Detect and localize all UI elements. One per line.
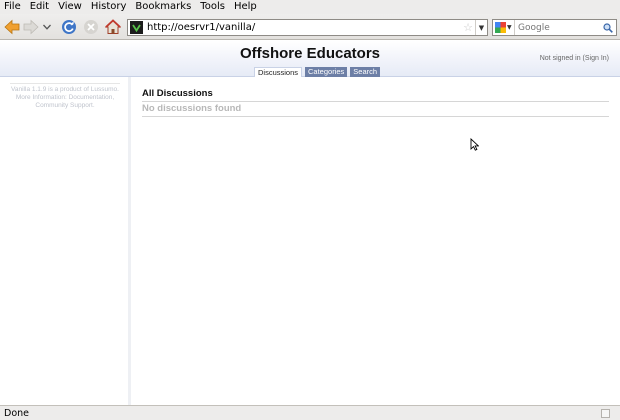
sidebar-info-panel: Vanilla 1.1.9 is a product of Lussumo. M… xyxy=(10,83,120,110)
magnifier-icon xyxy=(603,22,613,33)
empty-state-message: No discussions found xyxy=(142,103,242,114)
page-viewport: Offshore Educators Discussions Categorie… xyxy=(0,41,620,405)
chevron-down-icon: ▼ xyxy=(478,23,485,32)
search-engine-selector[interactable]: ▼ xyxy=(493,20,515,35)
home-button[interactable] xyxy=(104,18,122,36)
stop-button[interactable] xyxy=(82,18,100,36)
history-dropdown-button[interactable] xyxy=(41,18,53,36)
mouse-cursor-icon xyxy=(470,138,479,151)
site-header: Offshore Educators Discussions Categorie… xyxy=(0,41,620,77)
home-icon xyxy=(105,19,121,34)
menu-view[interactable]: View xyxy=(58,0,82,14)
menu-edit[interactable]: Edit xyxy=(30,0,49,14)
stop-icon xyxy=(84,20,98,34)
menu-bar: File Edit View History Bookmarks Tools H… xyxy=(0,0,620,14)
status-bar: Done xyxy=(0,405,620,420)
page-title: All Discussions xyxy=(142,88,213,99)
site-title: Offshore Educators xyxy=(239,45,381,62)
sidebar: Vanilla 1.1.9 is a product of Lussumo. M… xyxy=(0,77,131,405)
menu-help[interactable]: Help xyxy=(234,0,257,14)
url-dropdown-button[interactable]: ▼ xyxy=(475,20,487,35)
chevron-down-icon: ▼ xyxy=(507,24,512,31)
menu-bookmarks[interactable]: Bookmarks xyxy=(135,0,191,14)
back-button[interactable] xyxy=(3,18,21,36)
reload-button[interactable] xyxy=(60,18,78,36)
menu-file[interactable]: File xyxy=(4,0,21,14)
forward-button[interactable] xyxy=(22,18,40,36)
bookmark-star-icon[interactable]: ☆ xyxy=(463,21,473,34)
status-indicator-icon xyxy=(601,409,610,418)
search-button[interactable] xyxy=(602,22,614,33)
chevron-down-icon xyxy=(43,24,51,30)
url-text[interactable]: http://oesrvr1/vanilla/ xyxy=(147,22,463,33)
search-bar[interactable]: ▼ xyxy=(492,19,617,36)
tab-categories[interactable]: Categories xyxy=(305,67,348,77)
tab-search[interactable]: Search xyxy=(350,67,381,77)
google-engine-icon xyxy=(495,22,506,33)
tab-discussions[interactable]: Discussions xyxy=(254,67,303,77)
vanilla-favicon-icon xyxy=(132,24,141,32)
navigation-toolbar: http://oesrvr1/vanilla/ ☆ ▼ ▼ xyxy=(0,14,620,40)
status-text: Done xyxy=(4,407,29,419)
menu-history[interactable]: History xyxy=(91,0,127,14)
site-favicon xyxy=(130,21,143,34)
address-bar[interactable]: http://oesrvr1/vanilla/ ☆ ▼ xyxy=(127,19,488,36)
divider xyxy=(142,101,609,102)
divider xyxy=(142,116,609,117)
menu-tools[interactable]: Tools xyxy=(200,0,225,14)
signin-link[interactable]: Not signed in (Sign In) xyxy=(540,55,609,62)
forward-arrow-icon xyxy=(23,19,39,35)
site-tabs: Discussions Categories Search xyxy=(254,67,383,77)
search-input[interactable] xyxy=(518,22,602,33)
reload-icon xyxy=(62,20,76,34)
back-arrow-icon xyxy=(4,19,20,35)
